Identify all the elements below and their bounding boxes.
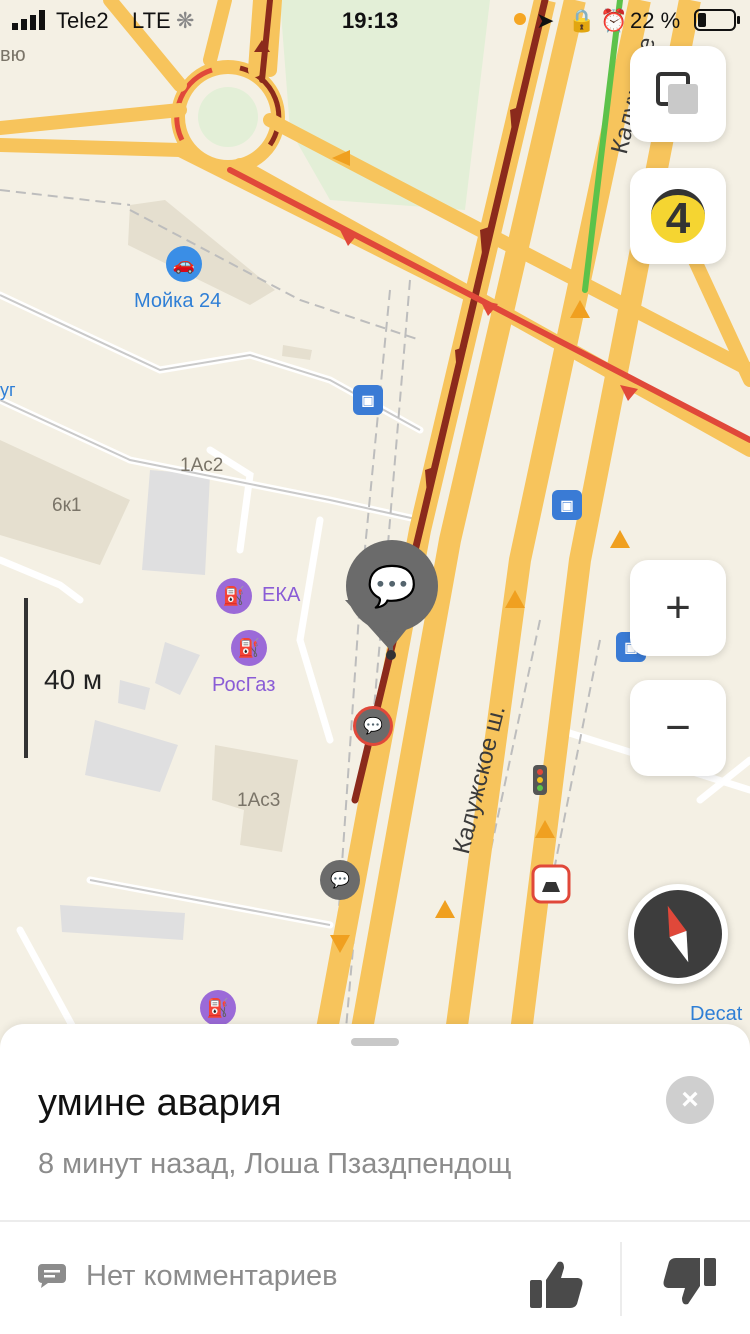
bus-stop-icon[interactable]: ▣: [353, 385, 383, 415]
vote-divider: [620, 1242, 622, 1316]
building-1ac3-label: 1Ас3: [237, 790, 281, 811]
layers-icon: [656, 72, 698, 114]
comments-label: Нет комментариев: [86, 1260, 338, 1292]
loading-icon: ❋: [176, 8, 195, 33]
traffic-level-badge: 4: [651, 189, 705, 243]
zoom-out-button[interactable]: −: [630, 680, 726, 776]
traffic-button[interactable]: 4: [630, 168, 726, 264]
scale-bar: [24, 598, 28, 758]
zoom-in-button[interactable]: +: [630, 560, 726, 656]
close-icon: ×: [681, 1083, 699, 1116]
bus-stop-icon-2[interactable]: ▣: [552, 490, 582, 520]
street-partial-top-left: вю: [0, 44, 26, 66]
traffic-level-value: 4: [665, 194, 691, 243]
sheet-grabber[interactable]: [351, 1038, 399, 1046]
recording-dot-icon: [514, 13, 526, 25]
comment-icon: [38, 1264, 66, 1288]
building-6k1-label: 6к1: [52, 495, 82, 516]
poi-rosgaz-label[interactable]: РосГаз: [212, 674, 275, 697]
fuel-station-icon[interactable]: ⛽: [216, 578, 252, 614]
layers-button[interactable]: [630, 46, 726, 142]
incident-bubble-large[interactable]: 💬: [346, 540, 438, 632]
signal-icon: [12, 10, 45, 30]
thumbs-up-icon[interactable]: [530, 1260, 584, 1310]
alarm-icon: ⏰: [600, 8, 628, 33]
poi-carwash-label[interactable]: Мойка 24: [134, 290, 221, 313]
comments-row[interactable]: Нет комментариев: [0, 1222, 620, 1334]
incident-sheet: умине авария 8 минут назад, Лоша Пзаздпе…: [0, 1024, 750, 1334]
minus-icon: −: [665, 703, 691, 752]
incident-title: умине авария: [38, 1082, 282, 1124]
lock-rotation-icon: 🔒: [568, 8, 596, 33]
map-roads: [0, 0, 750, 1040]
close-button[interactable]: ×: [666, 1076, 714, 1124]
poi-eka-label[interactable]: ЕКА: [262, 584, 300, 607]
battery-percent-label: 22 %: [630, 8, 681, 33]
compass-icon: [667, 905, 689, 963]
thumbs-down-icon[interactable]: [662, 1256, 716, 1306]
street-partial-left: уг: [0, 380, 16, 400]
incident-marker[interactable]: 💬: [353, 706, 393, 746]
gas-station-icon[interactable]: ⛽: [231, 630, 267, 666]
incident-meta: 8 минут назад, Лоша Пзаздпендощ: [38, 1148, 512, 1180]
screen: 💬 💬 💬 🚗 Мойка 24 ⛽ ЕКА ⛽ РосГаз ⛽ ▣ ▣ ▣ …: [0, 0, 750, 1334]
carrier-label: Tele2: [56, 8, 109, 33]
building-1ac2-label: 1Ас2: [180, 455, 224, 476]
battery-icon: [694, 9, 740, 31]
compass-button[interactable]: [628, 884, 728, 984]
time-label: 19:13: [342, 8, 399, 33]
location-arrow-icon: ➤: [536, 8, 555, 33]
comment-marker[interactable]: 💬: [320, 860, 360, 900]
scale-label: 40 м: [44, 664, 103, 695]
status-bar: Tele2 LTE ❋ 19:13 ➤ 🔒 ⏰ 22 %: [0, 0, 750, 40]
map-view[interactable]: 💬 💬 💬 🚗 Мойка 24 ⛽ ЕКА ⛽ РосГаз ⛽ ▣ ▣ ▣ …: [0, 0, 750, 1040]
car-wash-icon[interactable]: 🚗: [166, 246, 202, 282]
fuel-station-icon-bottom[interactable]: ⛽: [200, 990, 236, 1026]
network-label: LTE: [132, 8, 171, 33]
plus-icon: +: [665, 583, 691, 632]
poi-decathlon-label[interactable]: Decat: [690, 1003, 742, 1026]
